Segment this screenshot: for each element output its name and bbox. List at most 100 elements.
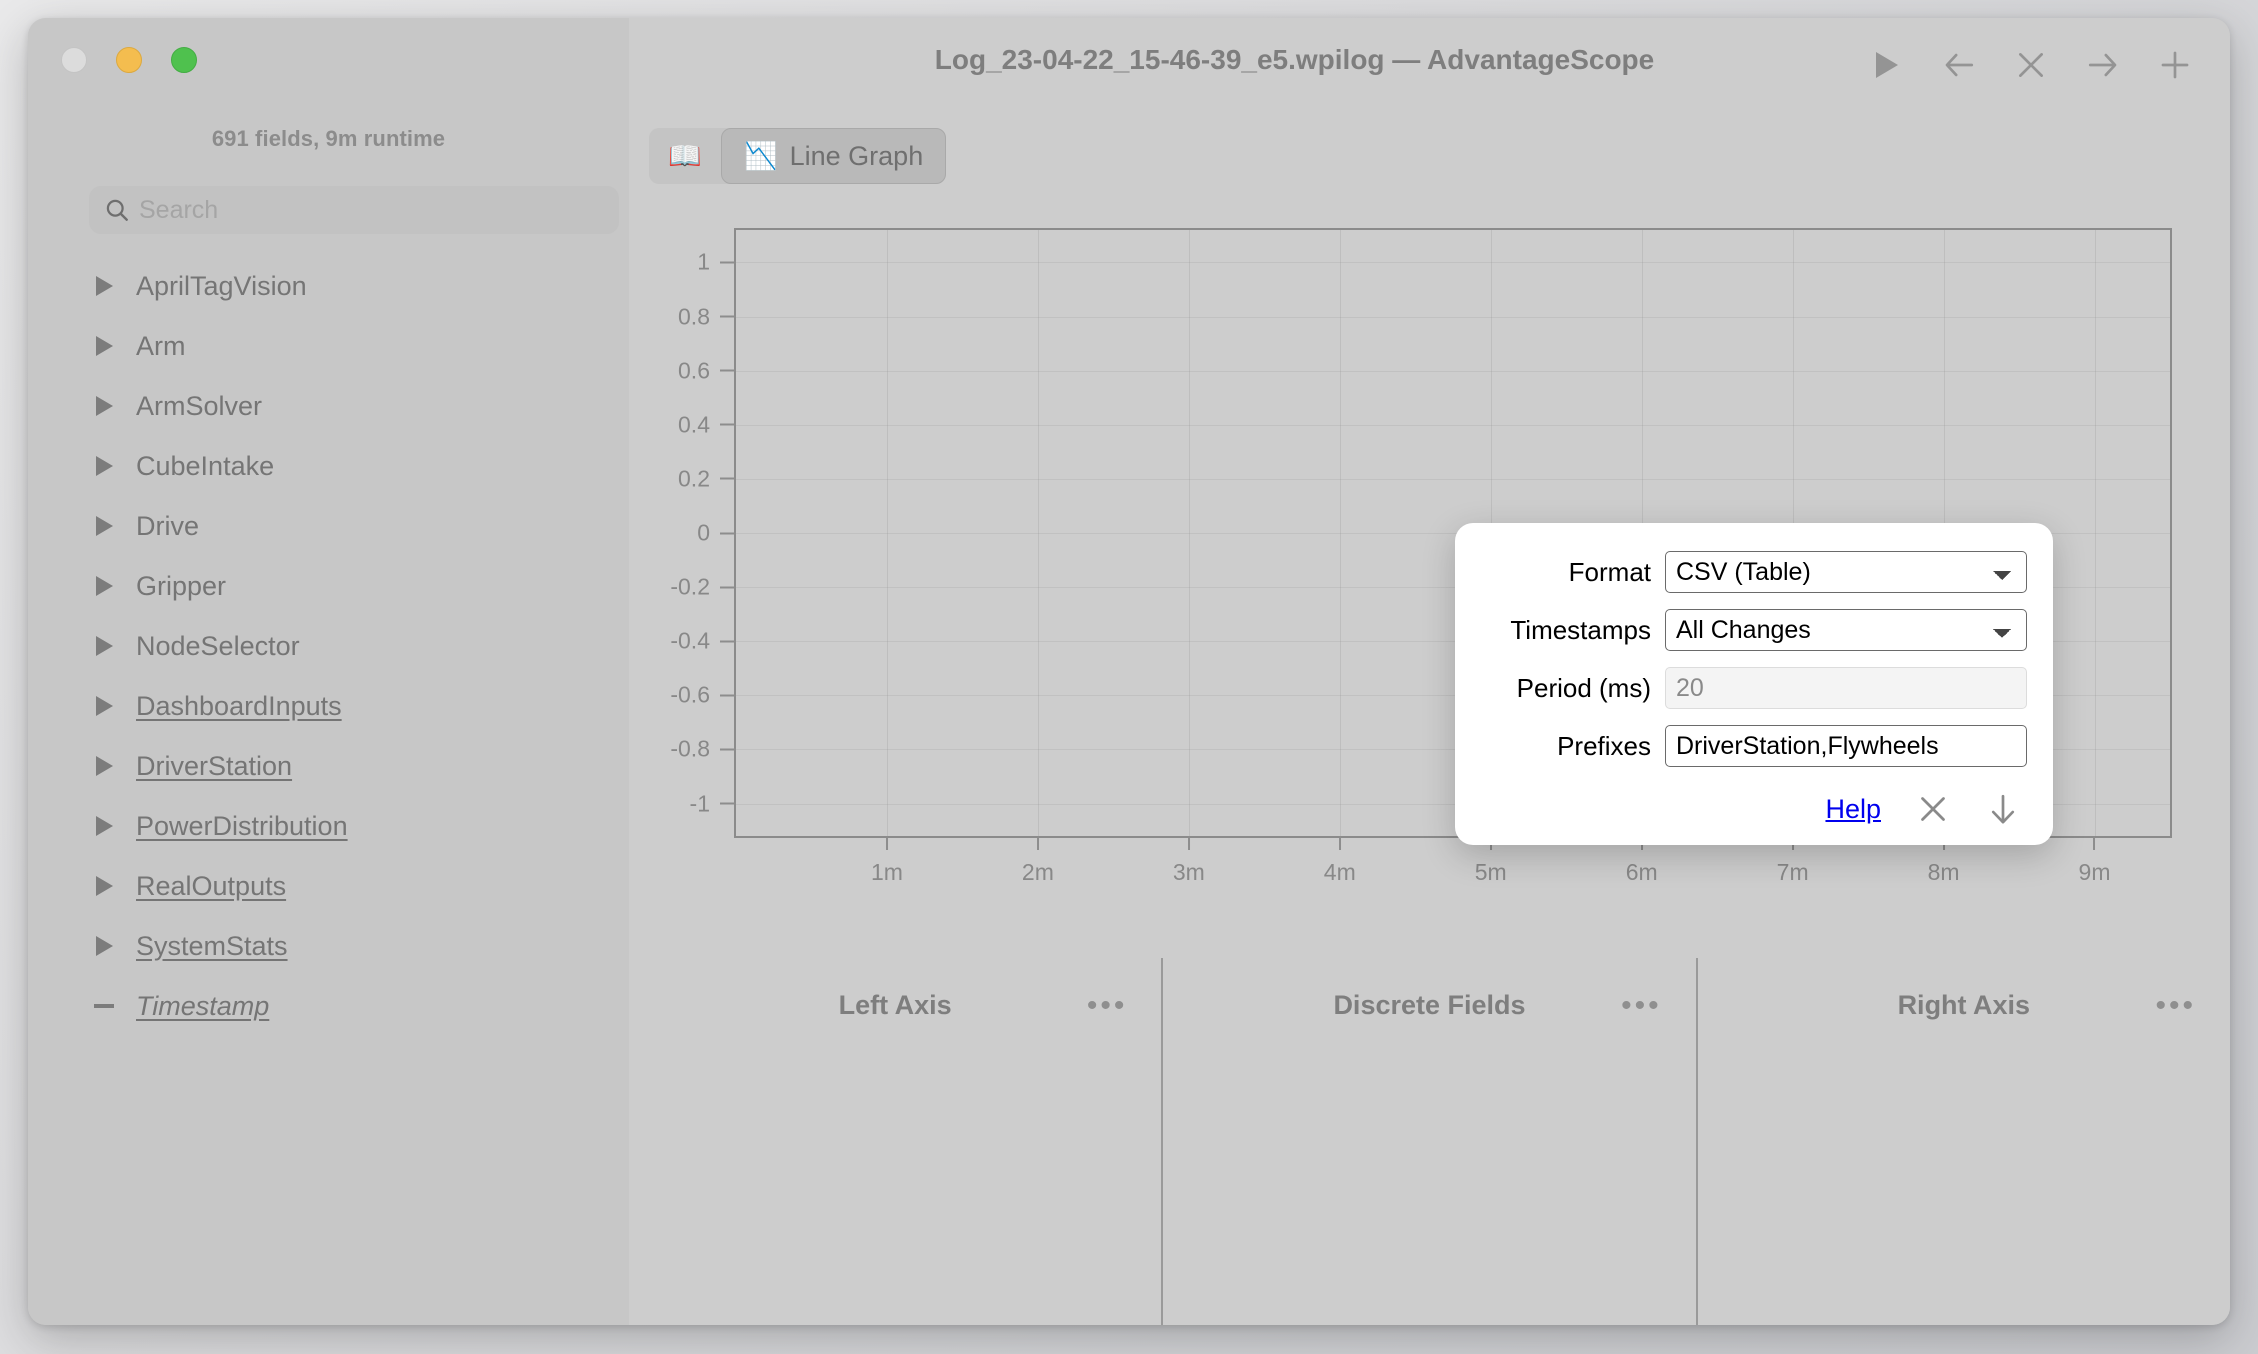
field-tree-item[interactable]: Timestamp (28, 976, 629, 1036)
search-field[interactable] (89, 186, 619, 234)
x-axis-tick: 4m (1324, 836, 1356, 886)
gridline-vertical (2094, 230, 2096, 836)
gridline-vertical (1188, 230, 1190, 836)
x-axis-tick-label: 5m (1474, 859, 1507, 885)
dialog-field-label: Prefixes (1557, 730, 1651, 761)
x-axis-tick: 1m (871, 836, 903, 886)
gridline-horizontal (736, 424, 2170, 426)
help-link[interactable]: Help (1825, 794, 1881, 825)
field-tree-item-label: NodeSelector (136, 630, 300, 661)
x-axis-tick-label: 9m (2078, 859, 2111, 885)
y-axis-tick-mark (720, 477, 736, 480)
field-tree-item[interactable]: ArmSolver (28, 376, 629, 436)
y-axis-tick: -0.6 (670, 682, 736, 709)
field-tree-item-label: DriverStation (136, 750, 293, 781)
dash-icon (94, 1004, 114, 1008)
new-tab-button[interactable] (2158, 48, 2192, 82)
tab-home[interactable]: 📖 (649, 128, 721, 184)
y-axis-tick-mark (720, 315, 736, 318)
field-tree-item[interactable]: CubeIntake (28, 436, 629, 496)
triangle-right-icon (95, 816, 113, 836)
expand-triangle-icon[interactable] (90, 636, 118, 656)
gridline-vertical (1339, 230, 1341, 836)
back-button[interactable] (1942, 48, 1976, 82)
expand-triangle-icon[interactable] (90, 756, 118, 776)
y-axis-tick-label: -0.4 (670, 627, 710, 654)
field-tree-item[interactable]: Arm (28, 316, 629, 376)
expand-triangle-icon[interactable] (90, 336, 118, 356)
x-axis-tick-mark (1036, 836, 1039, 850)
axis-panel-title: Left Axis (838, 990, 952, 1020)
timestamps-select[interactable]: All Changes (1665, 609, 2027, 651)
x-axis-tick: 2m (1022, 836, 1054, 886)
expand-triangle-icon[interactable] (90, 516, 118, 536)
field-tree-item[interactable]: DashboardInputs (28, 676, 629, 736)
expand-triangle-icon[interactable] (90, 816, 118, 836)
leaf-dash-icon[interactable] (90, 1004, 118, 1008)
x-axis-tick: 3m (1173, 836, 1205, 886)
field-tree-item[interactable]: Drive (28, 496, 629, 556)
dialog-field-label: Period (ms) (1516, 672, 1651, 703)
y-axis-tick-label: 0 (697, 519, 710, 546)
close-window-button[interactable] (61, 47, 87, 73)
export-options-dialog: Format CSV (Table) Timestamps All Changes Pe… (1455, 523, 2053, 845)
field-tree-item[interactable]: DriverStation (28, 736, 629, 796)
y-axis-tick-mark (720, 586, 736, 589)
x-axis-tick-label: 2m (1021, 859, 1054, 885)
titlebar-controls (1870, 48, 2192, 82)
tab-line-graph[interactable]: 📉 Line Graph (721, 128, 947, 184)
dialog-row: Prefixes (1477, 725, 2027, 767)
x-axis-tick-label: 4m (1323, 859, 1356, 885)
period-input (1665, 667, 2027, 709)
axis-panel-title: Discrete Fields (1333, 990, 1526, 1020)
maximize-window-button[interactable] (171, 47, 197, 73)
main-content: Log_23-04-22_15-46-39_e5.wpilog — Advant… (629, 18, 2230, 1325)
minimize-window-button[interactable] (116, 47, 142, 73)
triangle-right-icon (95, 576, 113, 596)
triangle-right-icon (95, 456, 113, 476)
expand-triangle-icon[interactable] (90, 876, 118, 896)
arrow-left-icon (1945, 53, 1974, 77)
overflow-menu-icon[interactable]: ••• (1087, 991, 1128, 1021)
axis-panel[interactable]: Left Axis ••• (629, 958, 1161, 1325)
expand-triangle-icon[interactable] (90, 696, 118, 716)
forward-button[interactable] (2086, 48, 2120, 82)
dialog-row: Format CSV (Table) (1477, 551, 2027, 593)
field-tree-item[interactable]: NodeSelector (28, 616, 629, 676)
dialog-confirm-button[interactable] (1985, 791, 2021, 827)
expand-triangle-icon[interactable] (90, 576, 118, 596)
expand-triangle-icon[interactable] (90, 936, 118, 956)
expand-triangle-icon[interactable] (90, 276, 118, 296)
tab-strip: 📖 📉 Line Graph (649, 128, 947, 184)
y-axis-tick: -0.2 (670, 574, 736, 601)
y-axis-tick-mark (720, 369, 736, 372)
gridline-vertical (1037, 230, 1039, 836)
close-icon (2019, 53, 2043, 77)
gridline-horizontal (736, 370, 2170, 372)
triangle-right-icon (95, 336, 113, 356)
overflow-menu-icon[interactable]: ••• (1621, 991, 1662, 1021)
search-input[interactable] (139, 195, 605, 225)
field-tree-item-label: CubeIntake (136, 450, 275, 481)
field-tree-item[interactable]: RealOutputs (28, 856, 629, 916)
y-axis-tick-mark (720, 640, 736, 643)
y-axis-tick: 0.8 (678, 303, 736, 330)
play-button[interactable] (1870, 48, 1904, 82)
axis-panel[interactable]: Discrete Fields ••• (1161, 958, 1695, 1325)
x-axis-tick-label: 1m (870, 859, 903, 885)
overflow-menu-icon[interactable]: ••• (2155, 991, 2196, 1021)
field-tree-item[interactable]: PowerDistribution (28, 796, 629, 856)
expand-triangle-icon[interactable] (90, 396, 118, 416)
x-axis-tick-label: 7m (1776, 859, 1809, 885)
close-tab-button[interactable] (2014, 48, 2048, 82)
field-tree-item[interactable]: AprilTagVision (28, 256, 629, 316)
prefixes-input[interactable] (1665, 725, 2027, 767)
dialog-cancel-button[interactable] (1915, 791, 1951, 827)
format-select[interactable]: CSV (Table) (1665, 551, 2027, 593)
expand-triangle-icon[interactable] (90, 456, 118, 476)
field-tree-item[interactable]: Gripper (28, 556, 629, 616)
axis-panel[interactable]: Right Axis ••• (1695, 958, 2230, 1325)
field-count-label: 691 fields, 9m runtime (211, 126, 446, 151)
axis-panel-title: Right Axis (1897, 990, 2031, 1020)
field-tree-item[interactable]: SystemStats (28, 916, 629, 976)
